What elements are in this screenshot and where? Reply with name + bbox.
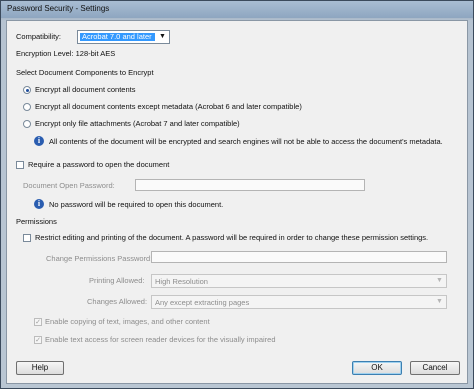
radio-encrypt-except-metadata-label[interactable]: Encrypt all document contents except met…	[35, 102, 302, 112]
compatibility-dropdown[interactable]: Acrobat 7.0 and later ▼	[77, 30, 170, 44]
printing-allowed-dropdown[interactable]: High Resolution ▼	[151, 274, 447, 288]
compatibility-label: Compatibility:	[16, 32, 62, 41]
enable-copying-label[interactable]: Enable copying of text, images, and othe…	[45, 317, 210, 327]
permissions-heading: Permissions	[16, 217, 57, 226]
require-open-password-checkbox[interactable]	[16, 161, 24, 169]
change-permissions-password-input[interactable]	[151, 251, 447, 263]
open-password-label: Document Open Password:	[23, 181, 115, 190]
chevron-down-icon: ▼	[436, 277, 443, 284]
changes-allowed-value: Any except extracting pages	[155, 298, 250, 307]
compatibility-value: Acrobat 7.0 and later	[80, 33, 155, 41]
require-open-password-label[interactable]: Require a password to open the document	[28, 160, 169, 170]
enable-screen-reader-checkbox[interactable]: ✓	[34, 336, 42, 344]
radio-encrypt-attachments[interactable]	[23, 120, 31, 128]
restrict-editing-checkbox[interactable]	[23, 234, 31, 242]
change-permissions-password-label: Change Permissions Password:	[46, 254, 153, 263]
enable-screen-reader-label[interactable]: Enable text access for screen reader dev…	[45, 335, 276, 345]
info-icon: i	[34, 199, 44, 209]
changes-allowed-dropdown[interactable]: Any except extracting pages ▼	[151, 295, 447, 309]
chevron-down-icon: ▼	[436, 298, 443, 305]
printing-allowed-value: High Resolution	[155, 277, 208, 286]
chevron-down-icon: ▼	[159, 33, 166, 40]
restrict-editing-label[interactable]: Restrict editing and printing of the doc…	[35, 233, 428, 243]
radio-encrypt-all[interactable]	[23, 86, 31, 94]
open-password-input[interactable]	[135, 179, 365, 191]
encryption-level: Encryption Level: 128-bit AES	[16, 49, 116, 58]
checkmark-icon: ✓	[35, 337, 41, 344]
ok-button[interactable]: OK	[352, 361, 402, 375]
components-heading: Select Document Components to Encrypt	[16, 68, 154, 77]
changes-allowed-label: Changes Allowed:	[87, 297, 148, 306]
radio-encrypt-all-label[interactable]: Encrypt all document contents	[35, 85, 135, 95]
radio-encrypt-except-metadata[interactable]	[23, 103, 31, 111]
cancel-button[interactable]: Cancel	[410, 361, 460, 375]
checkmark-icon: ✓	[35, 319, 41, 326]
open-password-info-text: No password will be required to open thi…	[49, 200, 224, 209]
printing-allowed-label: Printing Allowed:	[89, 276, 145, 285]
enable-copying-checkbox[interactable]: ✓	[34, 318, 42, 326]
info-icon: i	[34, 136, 44, 146]
window-title: Password Security - Settings	[7, 4, 110, 13]
title-bar[interactable]: Password Security - Settings	[1, 1, 473, 18]
components-info-text: All contents of the document will be enc…	[49, 137, 443, 146]
dialog-window: Password Security - Settings Compatibili…	[0, 0, 474, 389]
radio-encrypt-attachments-label[interactable]: Encrypt only file attachments (Acrobat 7…	[35, 119, 240, 129]
dialog-body: Compatibility: Acrobat 7.0 and later ▼ E…	[6, 20, 468, 384]
help-button[interactable]: Help	[16, 361, 64, 375]
